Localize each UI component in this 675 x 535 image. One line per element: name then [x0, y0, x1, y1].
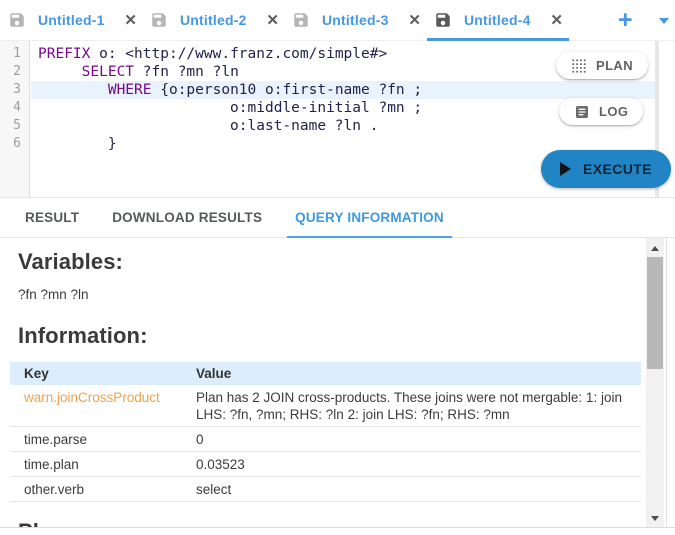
save-icon — [8, 11, 26, 29]
results-tab-download-results[interactable]: DOWNLOAD RESULTS — [112, 197, 262, 238]
line-number: 1 — [0, 45, 29, 63]
log-button[interactable]: LOG — [559, 98, 643, 125]
table-header-row: Key Value — [10, 362, 641, 385]
code-line[interactable]: WHERE {o:person10 o:first-name ?fn ; — [31, 81, 655, 99]
cell-value: Plan has 2 JOIN cross-products. These jo… — [182, 385, 641, 427]
tab-label: Untitled-3 — [322, 12, 408, 28]
results-tab-query-information[interactable]: QUERY INFORMATION — [295, 197, 444, 238]
editor-tabbar: Untitled-1✕Untitled-2✕Untitled-3✕Untitle… — [0, 0, 675, 41]
editor-tabs: Untitled-1✕Untitled-2✕Untitled-3✕Untitle… — [8, 0, 576, 41]
scroll-down-icon[interactable] — [646, 509, 664, 526]
scrollbar-thumb[interactable] — [647, 257, 663, 369]
tab-label: Untitled-1 — [38, 12, 124, 28]
table-row: other.verbselect — [10, 477, 641, 502]
table-row: time.parse0 — [10, 427, 641, 452]
save-icon — [150, 11, 168, 29]
document-icon — [574, 104, 590, 120]
line-number: 5 — [0, 117, 29, 135]
column-header-key: Key — [10, 362, 182, 385]
plan-button[interactable]: PLAN — [556, 52, 648, 79]
tab-untitled-4[interactable]: Untitled-4✕ — [434, 0, 567, 41]
cell-key: warn.joinCrossProduct — [10, 385, 182, 427]
close-icon[interactable]: ✕ — [408, 11, 425, 29]
line-number: 6 — [0, 135, 29, 153]
plan-button-label: PLAN — [596, 58, 633, 73]
cell-key: other.verb — [10, 477, 182, 502]
variables-heading: Variables: — [18, 238, 675, 275]
save-icon — [434, 11, 452, 29]
tab-untitled-1[interactable]: Untitled-1✕ — [8, 0, 141, 41]
close-icon[interactable]: ✕ — [266, 11, 283, 29]
table-row: warn.joinCrossProductPlan has 2 JOIN cro… — [10, 385, 641, 427]
scroll-up-icon[interactable] — [646, 239, 664, 256]
line-number: 2 — [0, 63, 29, 81]
cell-value: 0.03523 — [182, 452, 641, 477]
close-icon[interactable]: ✕ — [550, 11, 567, 29]
tab-label: Untitled-2 — [180, 12, 266, 28]
column-header-value: Value — [182, 362, 641, 385]
close-icon[interactable]: ✕ — [124, 11, 141, 29]
line-number: 4 — [0, 99, 29, 117]
table-row: time.plan0.03523 — [10, 452, 641, 477]
line-number: 3 — [0, 81, 29, 99]
dot-grid-icon — [571, 58, 587, 74]
variables-value: ?fn ?mn ?ln — [18, 287, 675, 302]
execute-button-label: EXECUTE — [583, 161, 652, 177]
code-editor: 123456 PREFIX o: <http://www.franz.com/s… — [0, 41, 675, 197]
line-number-gutter: 123456 — [0, 41, 30, 197]
query-editor-app: Untitled-1✕Untitled-2✕Untitled-3✕Untitle… — [0, 0, 675, 535]
information-heading: Information: — [18, 323, 675, 349]
information-table: Key Value warn.joinCrossProductPlan has … — [10, 362, 641, 502]
cell-value: select — [182, 477, 641, 502]
play-icon — [560, 162, 571, 176]
results-scrollbar[interactable] — [646, 238, 664, 527]
add-tab-button[interactable]: + — [618, 8, 633, 33]
chevron-down-icon[interactable] — [659, 18, 669, 29]
information-table-body: warn.joinCrossProductPlan has 2 JOIN cro… — [10, 385, 641, 502]
results-tab-result[interactable]: RESULT — [25, 197, 79, 238]
query-information-panel: Variables: ?fn ?mn ?ln Information: Key … — [0, 238, 675, 528]
cell-value: 0 — [182, 427, 641, 452]
log-button-label: LOG — [599, 104, 628, 119]
tab-untitled-3[interactable]: Untitled-3✕ — [292, 0, 425, 41]
results-tabbar: RESULT DOWNLOAD RESULTS QUERY INFORMATION — [0, 197, 675, 238]
execute-button[interactable]: EXECUTE — [541, 150, 671, 188]
tab-untitled-2[interactable]: Untitled-2✕ — [150, 0, 283, 41]
plan-heading: Plan: — [18, 519, 675, 528]
cell-key: time.plan — [10, 452, 182, 477]
panel-right-border — [666, 238, 667, 528]
save-icon — [292, 11, 310, 29]
tab-label: Untitled-4 — [464, 12, 550, 28]
cell-key: time.parse — [10, 427, 182, 452]
